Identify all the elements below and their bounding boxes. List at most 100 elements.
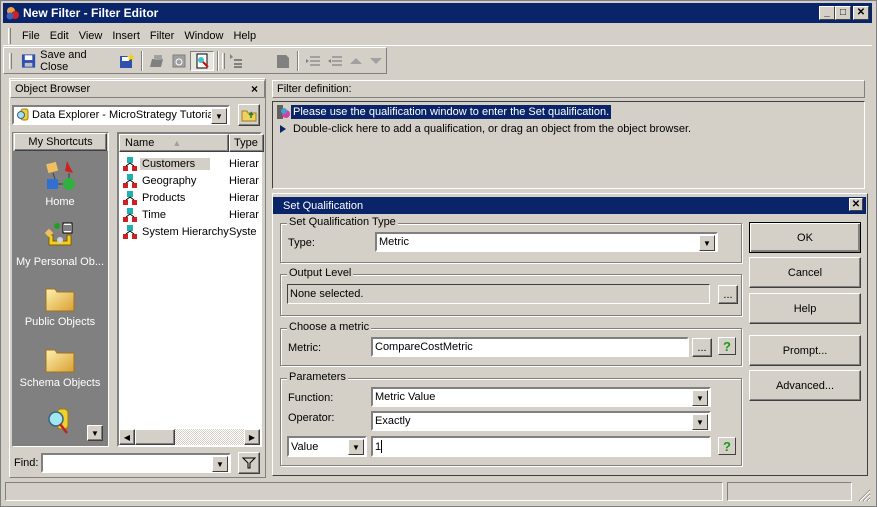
list-item[interactable]: Customers Hierar xyxy=(123,155,263,172)
close-icon: ✕ xyxy=(856,7,866,18)
function-dropdown-icon[interactable]: ▼ xyxy=(692,390,708,406)
save-as-button[interactable] xyxy=(116,51,138,71)
type-dropdown-icon[interactable]: ▼ xyxy=(699,235,715,251)
dialog-title: Set Qualification xyxy=(283,199,364,212)
menu-file[interactable]: File xyxy=(17,30,45,42)
up-folder-icon xyxy=(241,110,257,122)
export-button[interactable] xyxy=(168,51,190,71)
type-select[interactable]: Metric ▼ xyxy=(375,232,718,252)
find-dropdown-icon[interactable]: ▼ xyxy=(212,456,228,472)
home-icon xyxy=(46,161,75,190)
column-header-name[interactable]: Name ▲ xyxy=(119,134,229,152)
filter-line-add-qualification[interactable]: Double-click here to add a qualification… xyxy=(279,123,691,135)
up-folder-button[interactable] xyxy=(238,104,260,126)
move-up-icon xyxy=(350,57,362,64)
menu-filter[interactable]: Filter xyxy=(145,30,179,42)
maximize-icon: □ xyxy=(839,7,847,18)
output-level-browse-button[interactable]: ... xyxy=(718,285,738,304)
shape-icon xyxy=(277,54,289,68)
close-button[interactable]: ✕ xyxy=(853,6,869,20)
type-label: Type: xyxy=(288,237,315,249)
maximize-button[interactable]: □ xyxy=(835,6,851,20)
shortcuts-scroll-down-button[interactable]: ▼ xyxy=(87,425,103,441)
source-select[interactable]: Data Explorer - MicroStrategy Tutorial ▼ xyxy=(12,105,230,125)
scroll-left-button[interactable]: ◀ xyxy=(119,429,135,445)
status-bar-secondary xyxy=(727,482,852,501)
window-title: New Filter - Filter Editor xyxy=(23,6,159,20)
my-shortcuts-header[interactable]: My Shortcuts xyxy=(14,133,107,151)
metric-browse-button[interactable]: ... xyxy=(692,338,712,357)
ok-button[interactable]: OK xyxy=(749,222,861,253)
set-qualification-icon xyxy=(277,105,290,119)
list-item[interactable]: Time Hierar xyxy=(123,206,263,223)
toolbar-separator xyxy=(141,50,144,71)
toolbar-separator xyxy=(297,50,299,71)
menu-edit[interactable]: Edit xyxy=(45,30,74,42)
menu-help[interactable]: Help xyxy=(228,30,261,42)
menubar-grip[interactable] xyxy=(8,27,11,44)
column-header-type[interactable]: Type xyxy=(229,134,264,152)
save-as-icon xyxy=(120,52,136,68)
prompt-button[interactable]: Prompt... xyxy=(749,335,861,366)
metric-input[interactable]: CompareCostMetric xyxy=(371,337,689,357)
print-button[interactable] xyxy=(146,51,168,71)
filter-line-set-qualification[interactable]: Please use the qualification window to e… xyxy=(277,105,612,119)
source-select-dropdown-icon[interactable]: ▼ xyxy=(211,108,227,124)
question-icon: ? xyxy=(723,338,731,354)
value-type-dropdown-icon[interactable]: ▼ xyxy=(348,439,364,455)
object-browser-title: Object Browser xyxy=(15,83,91,95)
chevron-left-icon: ◀ xyxy=(123,432,131,442)
value-type-select[interactable]: Value ▼ xyxy=(287,436,367,457)
menu-window[interactable]: Window xyxy=(179,30,228,42)
scroll-right-button[interactable]: ▶ xyxy=(244,429,260,445)
shortcut-home[interactable]: Home xyxy=(13,159,107,208)
sort-ascending-icon: ▲ xyxy=(172,138,182,148)
minimize-icon: _ xyxy=(824,7,830,18)
filter-definition-area[interactable]: Please use the qualification window to e… xyxy=(272,101,865,189)
text-cursor xyxy=(381,440,383,453)
advanced-button[interactable]: Advanced... xyxy=(749,370,861,401)
list-item[interactable]: System Hierarchy Syste xyxy=(123,223,263,240)
list-item[interactable]: Geography Hierar xyxy=(123,172,263,189)
view-sql-button[interactable] xyxy=(190,50,215,71)
dialog-close-button[interactable]: ✕ xyxy=(849,198,863,211)
chevron-down-icon: ▼ xyxy=(91,428,99,438)
help-button[interactable]: Help xyxy=(749,293,861,324)
horizontal-scrollbar[interactable]: ◀ ▶ xyxy=(119,429,260,445)
shortcuts-pane: Home My Personal Ob... Public Objects Sc… xyxy=(13,151,108,446)
personal-objects-icon xyxy=(44,222,73,246)
shortcut-schema-objects[interactable]: Schema Objects xyxy=(13,346,107,389)
chevron-right-icon: ▶ xyxy=(248,432,256,442)
shortcut-public-objects[interactable]: Public Objects xyxy=(13,285,107,328)
move-up-button[interactable] xyxy=(346,51,366,71)
find-input[interactable]: ▼ xyxy=(41,453,231,473)
data-explorer-icon xyxy=(17,108,29,121)
save-and-close-button[interactable]: Save and Close xyxy=(18,49,116,73)
arrow-right-icon xyxy=(280,125,286,133)
outdent-button[interactable] xyxy=(324,51,346,71)
scroll-thumb[interactable] xyxy=(135,429,175,445)
cancel-button[interactable]: Cancel xyxy=(749,257,861,288)
indent-icon xyxy=(306,55,320,66)
metric-prompt-button[interactable]: ? xyxy=(718,337,736,355)
object-browser-close-icon[interactable]: × xyxy=(251,82,258,96)
list-item[interactable]: Products Hierar xyxy=(123,189,263,206)
menu-view[interactable]: View xyxy=(74,30,108,42)
function-select[interactable]: Metric Value ▼ xyxy=(371,387,711,407)
value-prompt-button[interactable]: ? xyxy=(718,437,736,455)
shortcut-my-personal-objects[interactable]: My Personal Ob... xyxy=(13,221,107,268)
find-filter-button[interactable] xyxy=(238,452,260,474)
hierarchy-icon xyxy=(123,156,137,171)
minimize-button[interactable]: _ xyxy=(819,6,835,20)
print-icon xyxy=(150,54,164,67)
indent-button[interactable] xyxy=(302,51,324,71)
operator-dropdown-icon[interactable]: ▼ xyxy=(692,414,708,430)
resize-grip-icon[interactable] xyxy=(857,488,871,502)
operator-select[interactable]: Exactly ▼ xyxy=(371,411,711,431)
menu-insert[interactable]: Insert xyxy=(107,30,145,42)
move-down-button[interactable] xyxy=(366,51,386,71)
toolbar-grip[interactable] xyxy=(9,52,12,69)
shape-button[interactable] xyxy=(272,51,294,71)
value-input[interactable]: 1 xyxy=(371,436,711,457)
outline-button[interactable] xyxy=(225,51,247,71)
